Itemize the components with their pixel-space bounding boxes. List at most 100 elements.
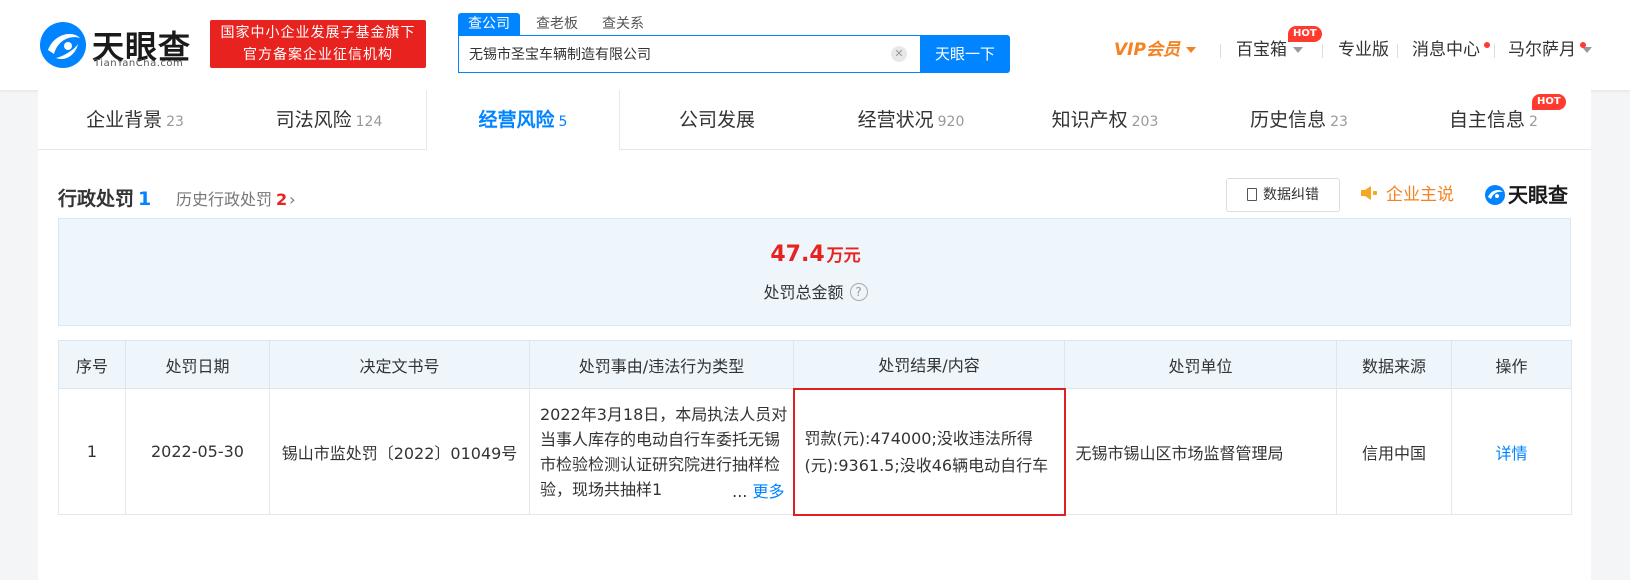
tab-count: 920	[937, 114, 965, 130]
tab-operating-risk[interactable]: 经营风险 5	[426, 90, 620, 150]
nav-divider	[1220, 44, 1221, 58]
site-logo[interactable]: 天眼查 TianYanCha.com	[38, 20, 198, 70]
section-count: 1	[138, 188, 152, 210]
total-amount-value: 47.4	[770, 242, 825, 267]
slogan-line-1: 国家中小企业发展子基金旗下	[220, 25, 416, 41]
tab-intellectual-property[interactable]: 知识产权 203	[1008, 90, 1202, 150]
slogan-badge: 国家中小企业发展子基金旗下 官方备案企业征信机构	[210, 20, 426, 68]
message-center-link[interactable]: 消息中心	[1412, 38, 1480, 62]
company-statement-button[interactable]: 企业主说	[1360, 178, 1454, 212]
search-button[interactable]: 天眼一下	[920, 35, 1010, 73]
tab-label: 经营状况	[857, 109, 934, 131]
nav-divider	[1494, 44, 1495, 58]
company-statement-label: 企业主说	[1386, 185, 1454, 205]
search-tab-company[interactable]: 查公司	[458, 13, 520, 35]
tab-label: 司法风险	[275, 109, 352, 131]
search-tab-boss[interactable]: 查老板	[536, 13, 578, 35]
tianyancha-logo-icon	[40, 22, 86, 68]
more-label: 更多	[752, 482, 785, 501]
penalty-reason-cell: 2022年3月18日，本局执法人员对当事人库存的电动自行车委托无锡市检验检测认证…	[529, 388, 794, 515]
tab-label: 知识产权	[1051, 109, 1128, 131]
data-source: 信用中国	[1336, 388, 1452, 515]
user-menu[interactable]: 马尔萨月	[1508, 38, 1592, 62]
dimension-tabs: 企业背景 23 司法风险 124 经营风险 5 公司发展 经营状况 920 知识产权 20…	[38, 90, 1591, 150]
nav-divider	[1322, 44, 1323, 58]
search-input[interactable]	[469, 36, 889, 72]
column-header: 数据来源	[1336, 340, 1452, 389]
total-amount-label-text: 处罚总金额	[763, 283, 844, 302]
penalty-date: 2022-05-30	[125, 388, 270, 515]
tab-label: 历史信息	[1250, 109, 1327, 131]
tab-company-development[interactable]: 公司发展	[620, 90, 814, 150]
tab-count: 124	[355, 114, 383, 130]
data-correction-button[interactable]: 数据纠错	[1226, 178, 1340, 212]
search-tab-relation[interactable]: 查关系	[602, 13, 644, 35]
history-penalty-link[interactable]: 历史行政处罚 2 ›	[176, 186, 296, 210]
penalty-summary: 47.4 万元 处罚总金额?	[58, 218, 1571, 326]
more-link[interactable]: ... 更多	[728, 479, 785, 504]
column-header: 处罚结果/内容	[793, 340, 1065, 389]
total-amount: 47.4 万元	[59, 241, 1572, 267]
tianyancha-logo-icon	[1485, 184, 1505, 205]
search-box: ✕	[458, 35, 922, 73]
speaker-icon	[1361, 186, 1377, 200]
column-header: 处罚事由/违法行为类型	[529, 340, 794, 389]
tab-count: 2	[1529, 114, 1538, 130]
detail-cell: 详情	[1451, 388, 1572, 515]
row-index: 1	[58, 388, 126, 515]
tab-count: 23	[1330, 114, 1348, 130]
chevron-right-icon: ›	[289, 190, 296, 209]
tab-count: 23	[166, 114, 184, 130]
decision-doc-number: 锡山市监处罚〔2022〕01049号	[269, 388, 530, 515]
tab-label: 自主信息	[1449, 109, 1526, 131]
column-header: 处罚日期	[125, 340, 270, 389]
tab-label: 经营风险	[478, 109, 555, 131]
vip-label: VIP会员	[1114, 40, 1180, 60]
history-count: 2	[276, 190, 288, 209]
slogan-line-2: 官方备案企业征信机构	[243, 47, 393, 63]
penalty-table: 序号 处罚日期 决定文书号 处罚事由/违法行为类型 处罚结果/内容 处罚单位 数…	[58, 340, 1572, 516]
brand-watermark: 天眼查	[1484, 178, 1568, 212]
notification-dot	[1580, 42, 1586, 48]
user-name: 马尔萨月	[1508, 40, 1576, 60]
section-title-text: 行政处罚	[58, 188, 135, 210]
history-label: 历史行政处罚	[176, 190, 273, 209]
content-panel: 企业背景 23 司法风险 124 经营风险 5 公司发展 经营状况 920 知识产权 20…	[38, 90, 1591, 580]
top-header: 天眼查 TianYanCha.com 国家中小企业发展子基金旗下 官方备案企业征…	[0, 0, 1630, 90]
help-icon[interactable]: ?	[849, 282, 868, 301]
pro-version-link[interactable]: 专业版	[1338, 38, 1389, 62]
hot-badge: HOT	[1288, 26, 1322, 42]
total-amount-unit: 万元	[826, 246, 861, 266]
table-header-row: 序号 处罚日期 决定文书号 处罚事由/违法行为类型 处罚结果/内容 处罚单位 数…	[58, 340, 1572, 389]
tab-business-status[interactable]: 经营状况 920	[814, 90, 1008, 150]
vip-menu[interactable]: VIP会员	[1114, 38, 1196, 62]
tab-company-background[interactable]: 企业背景 23	[38, 90, 232, 150]
hot-badge: HOT	[1532, 94, 1566, 110]
tab-count: 203	[1131, 114, 1159, 130]
ellipsis: ...	[732, 482, 748, 501]
tab-label: 企业背景	[86, 109, 163, 131]
tab-count: 5	[558, 114, 568, 130]
brand-text: 天眼查	[1508, 183, 1568, 207]
notification-dot	[1484, 42, 1490, 48]
data-correction-label: 数据纠错	[1263, 187, 1319, 203]
logo-domain: TianYanCha.com	[94, 58, 184, 69]
chevron-down-icon	[1185, 47, 1196, 53]
penalty-authority: 无锡市锡山区市场监督管理局	[1064, 388, 1337, 515]
tab-judicial-risk[interactable]: 司法风险 124	[232, 90, 426, 150]
section-title: 行政处罚 1	[58, 184, 151, 211]
column-header: 决定文书号	[269, 340, 530, 389]
document-icon	[1247, 187, 1257, 201]
nav-divider	[1397, 44, 1398, 58]
chevron-down-icon	[1293, 47, 1303, 53]
penalty-result: 罚款(元):474000;没收违法所得(元):9361.5;没收46辆电动自行车	[792, 387, 1066, 516]
tab-history-info[interactable]: 历史信息 23	[1202, 90, 1396, 150]
table-row: 1 2022-05-30 锡山市监处罚〔2022〕01049号 2022年3月1…	[58, 387, 1572, 516]
treasure-label: 百宝箱	[1236, 40, 1287, 60]
column-header: 操作	[1451, 340, 1572, 389]
column-header: 处罚单位	[1064, 340, 1337, 389]
detail-link[interactable]: 详情	[1495, 444, 1527, 463]
total-amount-label: 处罚总金额?	[59, 279, 1572, 303]
column-header: 序号	[58, 340, 126, 389]
clear-icon[interactable]: ✕	[891, 46, 907, 62]
